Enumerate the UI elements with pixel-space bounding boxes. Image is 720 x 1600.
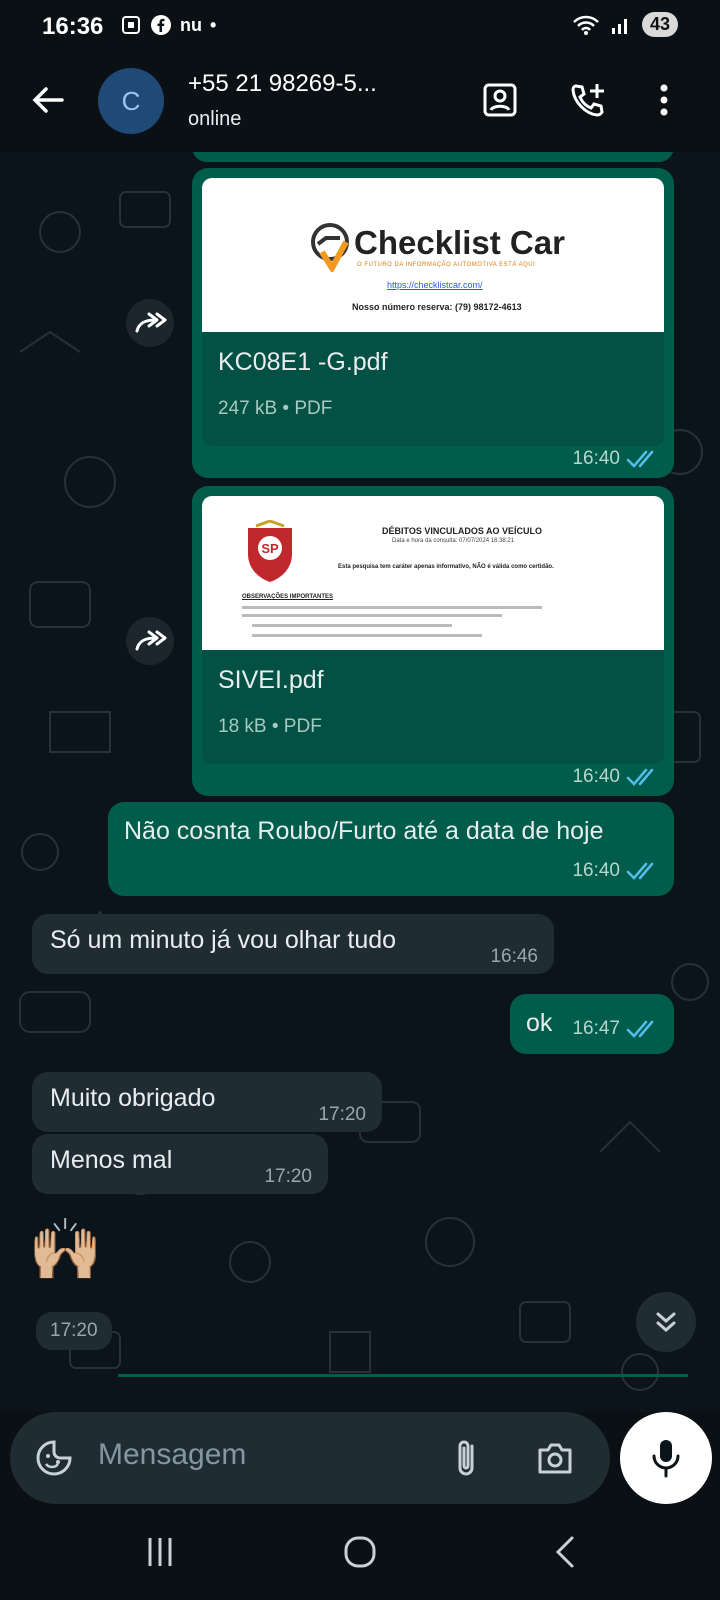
double-check-icon [626,450,654,468]
message-composer[interactable]: Mensagem [10,1412,610,1504]
double-check-icon [626,768,654,786]
camera-icon[interactable] [534,1438,576,1478]
microphone-icon [652,1440,680,1478]
message-time: 17:20 [264,1166,312,1187]
status-bar: 16:36 nu • 43 [0,0,720,52]
incoming-message[interactable]: Menos mal 17:20 [32,1134,328,1194]
message-time: 16:40 [572,448,620,469]
preview-brand: Checklist Car [354,224,565,261]
message-text: ok [526,1009,553,1037]
back-nav-icon[interactable] [548,1534,584,1570]
more-options-icon[interactable] [642,78,686,122]
message-time: 16:40 [572,860,620,881]
notification-dot-icon: • [210,14,217,35]
facebook-icon [151,15,171,35]
add-call-icon[interactable] [566,78,610,122]
document-message[interactable]: Checklist Car O FUTURO DA INFORMAÇÃO AUT… [192,168,674,478]
outgoing-message[interactable]: Não cosnta Roubo/Furto até a data de hoj… [108,802,674,896]
double-check-icon [626,862,654,880]
system-navigation-bar [0,1504,720,1600]
outgoing-message[interactable]: ok 16:47 [510,994,674,1054]
preview-line: Nosso número reserva: (79) 98172-4613 [352,302,522,312]
document-card[interactable]: Checklist Car O FUTURO DA INFORMAÇÃO AUT… [202,178,664,446]
message-text: Só um minuto já vou olhar tudo [50,926,397,954]
document-meta: 18 kB • PDF [218,716,322,737]
chat-header: C +55 21 98269-5... online [0,52,720,152]
back-arrow-icon[interactable] [28,80,68,120]
preview-sub: Data e hora da consulta: 07/07/2024 16:3… [392,538,515,544]
message-input[interactable]: Mensagem [98,1438,246,1472]
svg-text:SP: SP [261,541,279,556]
document-filename: KC08E1 -G.pdf [218,348,388,376]
voice-record-button[interactable] [620,1412,712,1504]
sticker-icon[interactable] [34,1438,74,1478]
scroll-to-bottom-button[interactable] [636,1292,696,1352]
double-chevron-down-icon [656,1312,676,1332]
message-time: 16:47 [572,1018,620,1039]
emoji-time-pill: 17:20 [36,1312,112,1350]
forward-button[interactable] [126,617,174,665]
preview-obs: OBSERVAÇÕES IMPORTANTES [242,594,334,600]
forward-button[interactable] [126,299,174,347]
message-text: Não cosnta Roubo/Furto até a data de hoj… [124,817,604,845]
home-icon[interactable] [342,1534,378,1570]
contact-status: online [188,108,242,130]
chat-area[interactable]: Checklist Car O FUTURO DA INFORMAÇÃO AUT… [0,152,720,1412]
recent-apps-icon[interactable] [142,1534,178,1570]
document-message[interactable]: SP DÉBITOS VINCULADOS AO VEÍCULO Data e … [192,486,674,796]
status-time: 16:36 [42,13,104,40]
preview-tagline: O FUTURO DA INFORMAÇÃO AUTOMOTIVA ESTÁ A… [357,262,536,268]
message-text: Muito obrigado [50,1084,216,1112]
message-text: Menos mal [50,1146,173,1174]
battery-indicator: 43 [641,12,678,37]
incoming-message[interactable]: Muito obrigado 17:20 [32,1072,382,1132]
message-time: 16:40 [572,766,620,787]
document-card[interactable]: SP DÉBITOS VINCULADOS AO VEÍCULO Data e … [202,496,664,764]
forward-icon [135,630,167,651]
preview-url: https://checklistcar.com/ [387,280,483,290]
message-time: 16:46 [490,946,538,967]
preview-note: Esta pesquisa tem caráter apenas informa… [338,564,554,570]
forward-icon [135,312,167,333]
contact-card-icon[interactable] [478,78,522,122]
signal-icon [611,18,627,34]
message-time: 17:20 [318,1104,366,1125]
document-meta: 247 kB • PDF [218,398,333,419]
avatar[interactable]: C [98,68,164,134]
contact-name[interactable]: +55 21 98269-5... [188,70,458,98]
preview-title: DÉBITOS VINCULADOS AO VEÍCULO [382,526,543,536]
incoming-message[interactable]: Só um minuto já vou olhar tudo 16:46 [32,914,554,974]
document-preview: Checklist Car O FUTURO DA INFORMAÇÃO AUT… [202,178,664,332]
attach-icon[interactable] [450,1436,484,1480]
wifi-icon [573,15,599,35]
document-filename: SIVEI.pdf [218,666,324,694]
double-check-icon [626,1020,654,1038]
message-time: 17:20 [50,1320,98,1341]
nubank-icon: nu [180,14,202,35]
emoji-message[interactable]: 🙌🏼 [28,1214,103,1285]
screenshot-icon [122,16,140,34]
document-preview: SP DÉBITOS VINCULADOS AO VEÍCULO Data e … [202,496,664,650]
previous-message-bubble[interactable] [192,152,674,162]
sp-coat-of-arms-icon: SP [248,520,292,582]
checklist-car-logo [311,223,349,272]
